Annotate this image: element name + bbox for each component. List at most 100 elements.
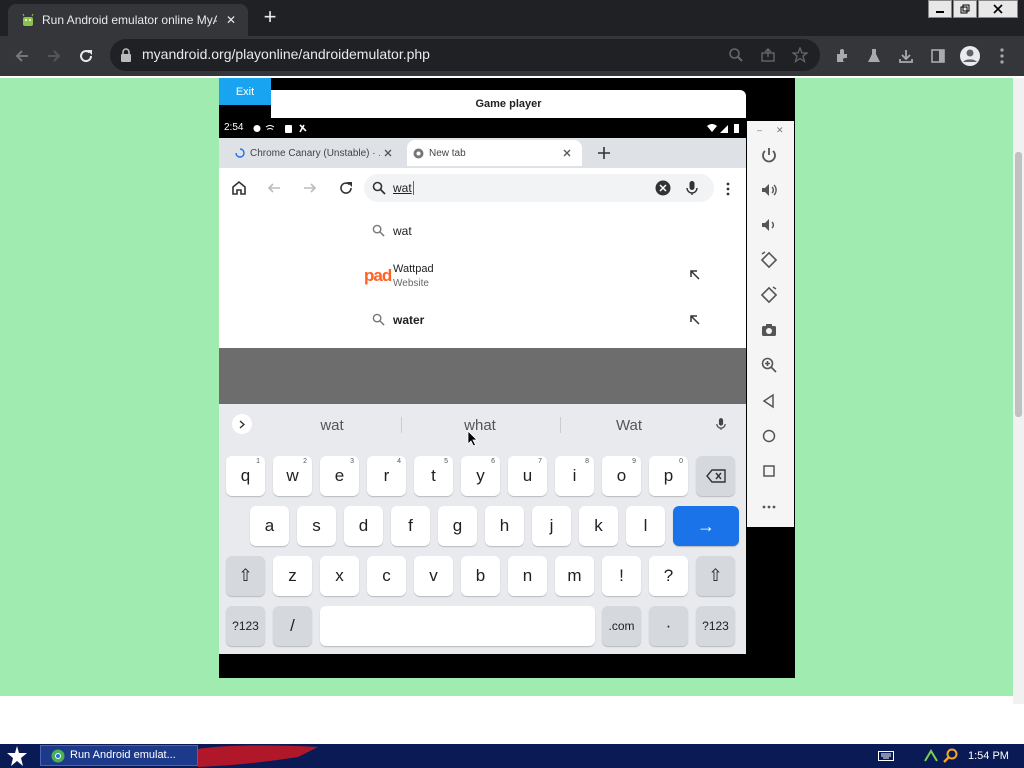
camera-icon[interactable] xyxy=(760,321,780,341)
zoom-icon[interactable] xyxy=(728,47,744,63)
android-tab-close-icon[interactable] xyxy=(563,149,571,157)
key-c[interactable]: c xyxy=(367,556,406,596)
key-q[interactable]: q1 xyxy=(226,456,265,496)
shift-key-right[interactable]: ⇧ xyxy=(696,556,735,596)
forward-icon[interactable] xyxy=(40,42,68,70)
slash-key[interactable]: / xyxy=(273,606,312,646)
start-star-icon[interactable] xyxy=(6,745,28,767)
key-v[interactable]: v xyxy=(414,556,453,596)
candidate-word[interactable]: wat xyxy=(292,414,372,436)
fill-arrow-icon[interactable] xyxy=(690,315,700,325)
key-h[interactable]: h xyxy=(485,506,524,546)
android-search-box[interactable]: wat xyxy=(364,174,714,202)
period-key[interactable]: · xyxy=(649,606,688,646)
scrollbar-thumb[interactable] xyxy=(1015,152,1022,417)
close-window-button[interactable] xyxy=(978,0,1018,18)
key-r[interactable]: r4 xyxy=(367,456,406,496)
shift-key-left[interactable]: ⇧ xyxy=(226,556,265,596)
tab-close-icon[interactable]: ✕ xyxy=(222,11,240,29)
suggestion-item[interactable]: pad Wattpad Website xyxy=(364,260,724,292)
android-forward-icon[interactable] xyxy=(303,181,317,195)
key-w[interactable]: w2 xyxy=(273,456,312,496)
enter-key[interactable]: → xyxy=(673,506,739,546)
home-icon[interactable] xyxy=(231,180,247,196)
key-e[interactable]: e3 xyxy=(320,456,359,496)
url-text[interactable]: myandroid.org/playonline/androidemulator… xyxy=(142,46,430,62)
address-bar[interactable]: myandroid.org/playonline/androidemulator… xyxy=(110,39,820,71)
android-tab-chrome-canary[interactable]: Chrome Canary (Unstable) · ... xyxy=(227,140,405,166)
key-k[interactable]: k xyxy=(579,506,618,546)
suggestion-item[interactable]: water xyxy=(364,309,724,331)
keyboard-expand-icon[interactable] xyxy=(232,414,252,434)
volume-down-icon[interactable] xyxy=(760,216,780,236)
side-panel-icon[interactable] xyxy=(924,42,952,70)
key-f[interactable]: f xyxy=(391,506,430,546)
dotcom-key[interactable]: .com xyxy=(602,606,641,646)
keyboard-microphone-icon[interactable] xyxy=(716,417,726,431)
symbols-key-right[interactable]: ?123 xyxy=(696,606,735,646)
key-b[interactable]: b xyxy=(461,556,500,596)
android-back-icon[interactable] xyxy=(267,181,281,195)
key-g[interactable]: g xyxy=(438,506,477,546)
reload-icon[interactable] xyxy=(72,42,100,70)
home-circle-icon[interactable] xyxy=(760,427,780,447)
key-t[interactable]: t5 xyxy=(414,456,453,496)
android-reload-icon[interactable] xyxy=(338,180,354,196)
restore-button[interactable] xyxy=(953,0,977,18)
space-key[interactable] xyxy=(320,606,595,646)
extensions-icon[interactable] xyxy=(828,42,856,70)
rotate-left-icon[interactable] xyxy=(760,251,780,271)
key-d[interactable]: d xyxy=(344,506,383,546)
key-y[interactable]: y6 xyxy=(461,456,500,496)
key-m[interactable]: m xyxy=(555,556,594,596)
browser-tab[interactable]: Run Android emulator online MyAnd ✕ xyxy=(8,4,248,36)
bookmark-star-icon[interactable] xyxy=(792,47,808,63)
key-s[interactable]: s xyxy=(297,506,336,546)
new-tab-button[interactable]: + xyxy=(258,4,282,29)
download-icon[interactable] xyxy=(892,42,920,70)
key-l[interactable]: l xyxy=(626,506,665,546)
key-x[interactable]: x xyxy=(320,556,359,596)
back-triangle-icon[interactable] xyxy=(760,392,780,412)
key-exclamation[interactable]: ! xyxy=(602,556,641,596)
minimize-button[interactable] xyxy=(928,0,952,18)
more-dots-icon[interactable] xyxy=(760,498,780,518)
panel-minimize-icon[interactable]: – xyxy=(757,125,762,135)
symbols-key-left[interactable]: ?123 xyxy=(226,606,265,646)
key-j[interactable]: j xyxy=(532,506,571,546)
power-icon[interactable] xyxy=(760,146,780,166)
search-input-text[interactable]: wat xyxy=(393,181,414,195)
share-icon[interactable] xyxy=(760,47,776,63)
android-tab-new-tab[interactable]: New tab xyxy=(407,140,582,166)
microphone-icon[interactable] xyxy=(686,180,698,196)
fill-arrow-icon[interactable] xyxy=(690,270,700,280)
rotate-right-icon[interactable] xyxy=(760,286,780,306)
keyboard-tray-icon[interactable] xyxy=(878,751,894,761)
zoom-in-icon[interactable] xyxy=(760,356,780,376)
exit-button[interactable]: Exit xyxy=(219,78,271,105)
overview-square-icon[interactable] xyxy=(760,462,780,482)
panel-close-icon[interactable]: ✕ xyxy=(776,125,784,136)
volume-up-icon[interactable] xyxy=(760,181,780,201)
key-question[interactable]: ? xyxy=(649,556,688,596)
android-new-tab-icon[interactable] xyxy=(595,144,613,162)
suggestion-item[interactable]: wat xyxy=(364,220,724,242)
menu-kebab-icon[interactable] xyxy=(988,42,1016,70)
taskbar-task-button[interactable]: Run Android emulat... xyxy=(40,745,198,766)
android-menu-kebab-icon[interactable] xyxy=(726,182,730,196)
labs-flask-icon[interactable] xyxy=(860,42,888,70)
profile-avatar-icon[interactable] xyxy=(956,42,984,70)
candidate-word[interactable]: what xyxy=(440,414,520,436)
search-tray-icon[interactable] xyxy=(943,748,959,764)
key-a[interactable]: a xyxy=(250,506,289,546)
back-icon[interactable] xyxy=(8,42,36,70)
android-tab-close-icon[interactable] xyxy=(384,149,392,157)
key-o[interactable]: o9 xyxy=(602,456,641,496)
key-i[interactable]: i8 xyxy=(555,456,594,496)
key-u[interactable]: u7 xyxy=(508,456,547,496)
key-n[interactable]: n xyxy=(508,556,547,596)
candidate-word[interactable]: Wat xyxy=(589,414,669,436)
key-z[interactable]: z xyxy=(273,556,312,596)
backspace-key[interactable] xyxy=(696,456,735,496)
clear-search-icon[interactable] xyxy=(655,180,671,196)
